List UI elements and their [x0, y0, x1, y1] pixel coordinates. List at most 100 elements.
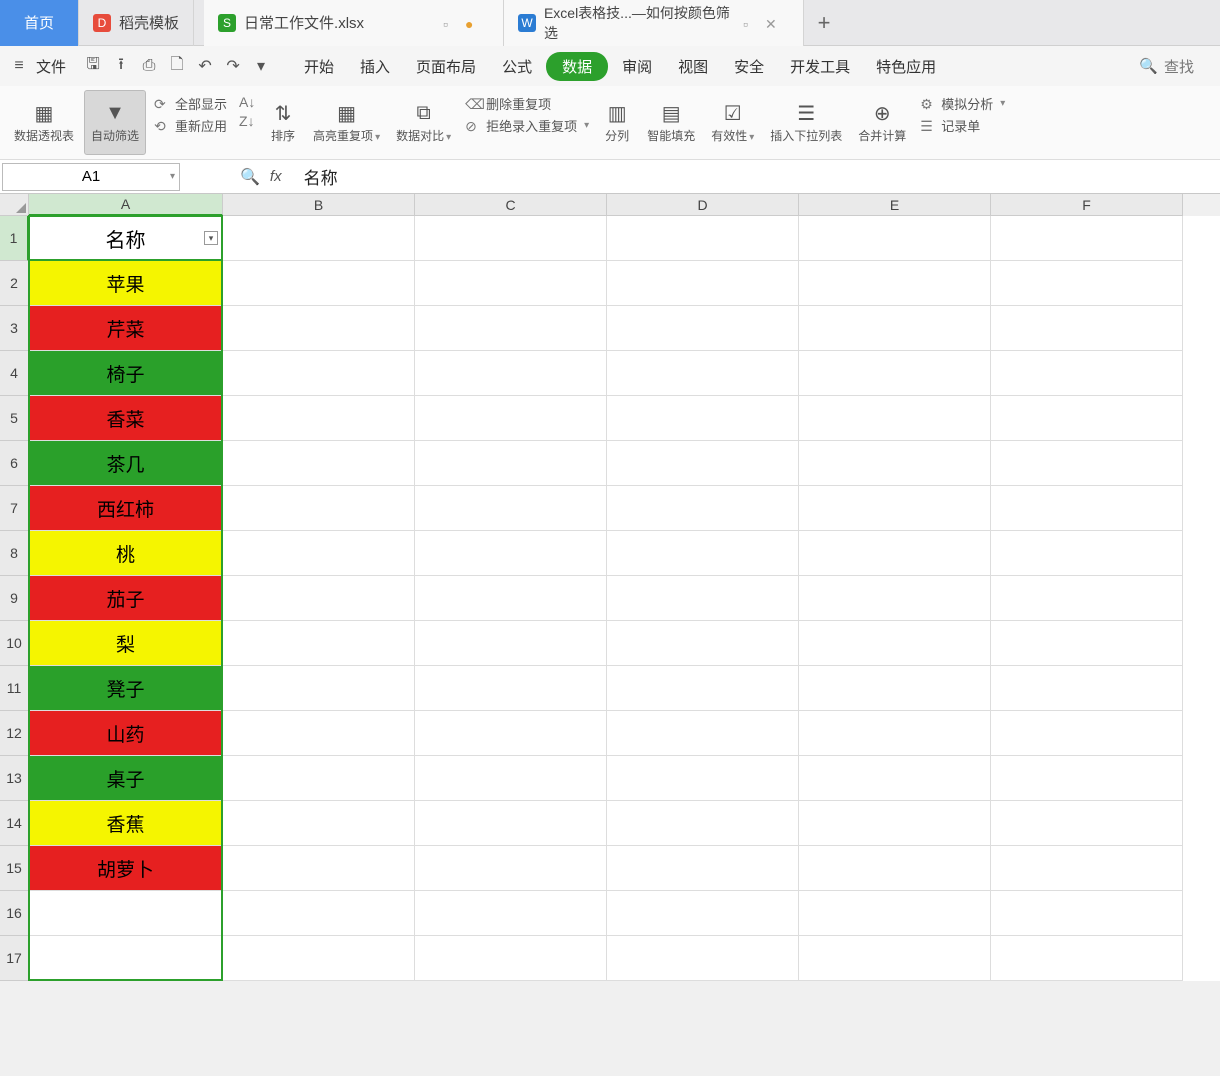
row-header-10[interactable]: 10: [0, 621, 29, 666]
cell-F3[interactable]: [991, 306, 1183, 351]
cell-E17[interactable]: [799, 936, 991, 981]
row-header-17[interactable]: 17: [0, 936, 29, 981]
cell-C4[interactable]: [415, 351, 607, 396]
cell-C3[interactable]: [415, 306, 607, 351]
ribbon-smart-fill[interactable]: ▤ 智能填充: [641, 90, 701, 155]
cell-F15[interactable]: [991, 846, 1183, 891]
tab-template[interactable]: D 稻壳模板: [79, 0, 194, 46]
row-header-15[interactable]: 15: [0, 846, 29, 891]
cell-C6[interactable]: [415, 441, 607, 486]
cell-A15[interactable]: 胡萝卜: [29, 846, 223, 891]
cell-D16[interactable]: [607, 891, 799, 936]
cell-D1[interactable]: [607, 216, 799, 261]
menu-data[interactable]: 数据: [546, 52, 608, 81]
cell-E13[interactable]: [799, 756, 991, 801]
cell-A10[interactable]: 梨: [29, 621, 223, 666]
cell-D3[interactable]: [607, 306, 799, 351]
cell-D10[interactable]: [607, 621, 799, 666]
cell-B9[interactable]: [223, 576, 415, 621]
cell-C9[interactable]: [415, 576, 607, 621]
cell-B8[interactable]: [223, 531, 415, 576]
row-header-3[interactable]: 3: [0, 306, 29, 351]
cell-E6[interactable]: [799, 441, 991, 486]
export-icon[interactable]: ⭱: [108, 53, 134, 79]
cell-A7[interactable]: 西红柿: [29, 486, 223, 531]
tab-close-icon[interactable]: ✕: [765, 16, 779, 30]
formula-input[interactable]: 名称: [292, 164, 1220, 189]
menu-view[interactable]: 视图: [666, 52, 720, 81]
cell-D9[interactable]: [607, 576, 799, 621]
row-header-12[interactable]: 12: [0, 711, 29, 756]
ribbon-reject-dup[interactable]: ⊘拒绝录入重复项▾: [465, 116, 589, 135]
cell-F5[interactable]: [991, 396, 1183, 441]
col-header-B[interactable]: B: [223, 194, 415, 216]
cell-A6[interactable]: 茶几: [29, 441, 223, 486]
cell-D12[interactable]: [607, 711, 799, 756]
cell-A11[interactable]: 凳子: [29, 666, 223, 711]
search-box[interactable]: 🔍 查找: [1139, 56, 1214, 77]
cell-C12[interactable]: [415, 711, 607, 756]
zoom-icon[interactable]: 🔍: [240, 167, 260, 187]
cell-B11[interactable]: [223, 666, 415, 711]
cell-F1[interactable]: [991, 216, 1183, 261]
filter-dropdown-button[interactable]: ▾: [204, 231, 218, 245]
row-header-4[interactable]: 4: [0, 351, 29, 396]
cell-B15[interactable]: [223, 846, 415, 891]
cell-D7[interactable]: [607, 486, 799, 531]
cell-B7[interactable]: [223, 486, 415, 531]
cell-C10[interactable]: [415, 621, 607, 666]
cell-B4[interactable]: [223, 351, 415, 396]
row-header-5[interactable]: 5: [0, 396, 29, 441]
row-header-1[interactable]: 1: [0, 216, 29, 261]
cell-A4[interactable]: 椅子: [29, 351, 223, 396]
ribbon-insert-dropdown[interactable]: ☰ 插入下拉列表: [764, 90, 848, 155]
cell-A1[interactable]: 名称▾: [29, 216, 223, 261]
cell-C1[interactable]: [415, 216, 607, 261]
tab-current-file[interactable]: S 日常工作文件.xlsx ▫ ●: [204, 0, 504, 46]
ribbon-text-to-col[interactable]: ▥ 分列: [597, 90, 637, 155]
col-header-D[interactable]: D: [607, 194, 799, 216]
row-header-8[interactable]: 8: [0, 531, 29, 576]
cell-F9[interactable]: [991, 576, 1183, 621]
ribbon-autofilter[interactable]: ▼ 自动筛选: [84, 90, 146, 155]
col-header-A[interactable]: A: [29, 194, 223, 216]
cell-F13[interactable]: [991, 756, 1183, 801]
row-header-14[interactable]: 14: [0, 801, 29, 846]
cell-A2[interactable]: 苹果: [29, 261, 223, 306]
cell-B6[interactable]: [223, 441, 415, 486]
ribbon-delete-dup[interactable]: ⌫删除重复项: [465, 94, 589, 113]
cell-F4[interactable]: [991, 351, 1183, 396]
ribbon-sort-asc[interactable]: A↓: [239, 94, 255, 110]
cell-C14[interactable]: [415, 801, 607, 846]
cell-C16[interactable]: [415, 891, 607, 936]
col-header-C[interactable]: C: [415, 194, 607, 216]
cell-C13[interactable]: [415, 756, 607, 801]
name-box[interactable]: A1 ▾: [2, 163, 180, 191]
menu-start[interactable]: 开始: [292, 52, 346, 81]
print-preview-icon[interactable]: 🗋: [164, 53, 190, 79]
cell-E15[interactable]: [799, 846, 991, 891]
cell-B14[interactable]: [223, 801, 415, 846]
cell-B10[interactable]: [223, 621, 415, 666]
file-menu[interactable]: 文件: [34, 52, 78, 81]
cell-E11[interactable]: [799, 666, 991, 711]
col-header-F[interactable]: F: [991, 194, 1183, 216]
cell-F14[interactable]: [991, 801, 1183, 846]
cell-B5[interactable]: [223, 396, 415, 441]
chevron-down-icon[interactable]: ▾: [170, 171, 175, 182]
ribbon-record[interactable]: ☰记录单: [920, 116, 1005, 135]
cell-B3[interactable]: [223, 306, 415, 351]
print-icon[interactable]: ⎙: [136, 53, 162, 79]
cell-D17[interactable]: [607, 936, 799, 981]
cell-A16[interactable]: [29, 891, 223, 936]
cell-F17[interactable]: [991, 936, 1183, 981]
cell-C11[interactable]: [415, 666, 607, 711]
cell-E5[interactable]: [799, 396, 991, 441]
cell-C7[interactable]: [415, 486, 607, 531]
tab-menu-icon[interactable]: ▫: [443, 16, 457, 30]
cell-C2[interactable]: [415, 261, 607, 306]
ribbon-whatif[interactable]: ⚙模拟分析▾: [920, 94, 1005, 113]
cell-E7[interactable]: [799, 486, 991, 531]
cell-A5[interactable]: 香菜: [29, 396, 223, 441]
more-icon[interactable]: ▾: [248, 53, 274, 79]
